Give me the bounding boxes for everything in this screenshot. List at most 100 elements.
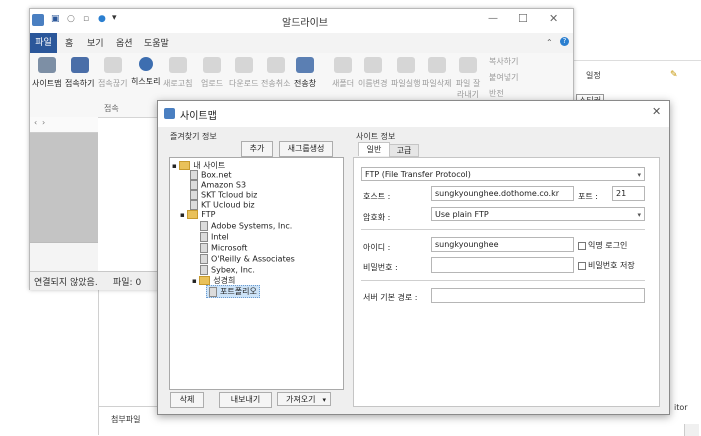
- tree-site-item[interactable]: SKT Tcloud biz: [190, 190, 257, 200]
- tree-site-item[interactable]: Adobe Systems, Inc.: [200, 221, 292, 231]
- menu-home[interactable]: 홈: [65, 36, 73, 49]
- tree-site-item[interactable]: Sybex, Inc.: [200, 265, 255, 275]
- tab-general[interactable]: 일반: [358, 142, 390, 156]
- tree-site-item[interactable]: Microsoft: [200, 243, 247, 253]
- tree-ftp-folder[interactable]: ▪ FTP: [180, 210, 215, 219]
- dialog-close-icon[interactable]: ✕: [652, 105, 661, 118]
- schedule-label[interactable]: 일정: [586, 70, 601, 81]
- quick-access-dropdown-icon[interactable]: ▾: [112, 13, 117, 23]
- server-path-input[interactable]: [431, 288, 645, 303]
- tree-site-item[interactable]: Intel: [200, 232, 229, 242]
- disconnect-button[interactable]: 접속끊기: [98, 57, 127, 89]
- dropdown-arrow-icon: ▾: [322, 396, 326, 404]
- close-icon[interactable]: ✕: [549, 12, 558, 25]
- edit-icon[interactable]: ✎: [670, 70, 678, 80]
- file-icon: [190, 190, 198, 200]
- refresh-icon[interactable]: ○: [67, 14, 75, 24]
- folder-icon: [199, 276, 211, 285]
- server-path-label: 서버 기본 경로 :: [363, 293, 418, 302]
- dialog-title: 사이트맵: [180, 111, 217, 122]
- divider: [574, 60, 701, 61]
- disconnect-icon: [103, 57, 122, 73]
- scissors-icon: [459, 57, 477, 73]
- rename-button[interactable]: 이름변경: [358, 57, 387, 89]
- file-icon: [190, 170, 198, 180]
- upload-button[interactable]: 업로드: [201, 57, 223, 89]
- tab-advanced[interactable]: 고급: [389, 144, 419, 157]
- file-icon: [209, 286, 217, 297]
- nav-bar: ‹ ›: [30, 117, 98, 133]
- editor-label-tail: itor: [674, 403, 688, 412]
- new-folder-button[interactable]: 새폴더: [332, 57, 354, 89]
- menu-options[interactable]: 옵션: [116, 36, 133, 49]
- sitemap-icon: [37, 57, 56, 73]
- checkbox-icon: [578, 241, 586, 250]
- cancel-transfer-button[interactable]: 전송취소: [261, 57, 290, 89]
- bookmark-tree: ▪ 내 사이트 Box.net Amazon S3 SKT Tcloud biz…: [169, 157, 344, 390]
- password-label: 비밀번호 :: [363, 263, 398, 272]
- password-input[interactable]: [431, 257, 574, 273]
- forward-icon[interactable]: ›: [42, 118, 45, 127]
- dialog-title-bar: 사이트맵 ✕: [158, 101, 669, 127]
- clock-icon: [138, 57, 153, 71]
- log-panel: [30, 242, 98, 271]
- id-input[interactable]: sungkyounghee: [431, 237, 574, 252]
- file-menu[interactable]: 파일: [30, 33, 57, 53]
- copy-button[interactable]: 복사하기: [489, 56, 518, 67]
- sitemap-button[interactable]: 사이트맵: [32, 57, 61, 89]
- paste-button[interactable]: 붙여넣기: [489, 72, 518, 83]
- cut-file-button[interactable]: 파일 잘라내기: [453, 57, 483, 100]
- history-button[interactable]: 히스토리: [131, 57, 160, 87]
- page-icon[interactable]: ▫: [83, 14, 89, 24]
- export-button[interactable]: 내보내기: [219, 392, 272, 408]
- folder-icon: [179, 161, 191, 170]
- delete-file-button[interactable]: 파일삭제: [422, 57, 451, 89]
- tree-selected-item[interactable]: 포트폴리오: [206, 285, 260, 298]
- menu-view[interactable]: 보기: [87, 36, 104, 49]
- run-file-button[interactable]: 파일실행: [391, 57, 420, 89]
- tree-site-item[interactable]: Box.net: [190, 170, 232, 180]
- refresh-icon: [168, 57, 187, 73]
- globe-icon[interactable]: ●: [98, 14, 106, 24]
- tree-site-item[interactable]: KT Ucloud biz: [190, 200, 255, 210]
- delete-button[interactable]: 삭제: [170, 392, 204, 408]
- minimize-icon[interactable]: —: [488, 13, 498, 24]
- app-icon[interactable]: [32, 14, 44, 26]
- connect-icon: [70, 57, 89, 73]
- connect-button[interactable]: 접속하기: [65, 57, 94, 89]
- file-count: 파일: 0: [113, 278, 142, 288]
- refresh-button[interactable]: 새로고침: [163, 57, 192, 89]
- add-button[interactable]: 추가: [241, 141, 273, 157]
- maximize-icon[interactable]: ☐: [518, 12, 528, 25]
- host-input[interactable]: sungkyounghee.dothome.co.kr: [431, 186, 574, 201]
- help-icon[interactable]: ?: [560, 37, 569, 46]
- new-folder-icon: [334, 57, 353, 73]
- back-icon[interactable]: ‹: [34, 118, 37, 127]
- ribbon-collapse-icon[interactable]: ⌃: [546, 38, 553, 47]
- new-group-button[interactable]: 새그룹생성: [279, 141, 333, 157]
- file-icon: [200, 232, 208, 242]
- window-title: 알드라이브: [282, 18, 328, 29]
- encryption-select[interactable]: Use plain FTP ▾: [431, 207, 645, 221]
- save-icon[interactable]: ▣: [51, 14, 60, 24]
- protocol-select[interactable]: FTP (File Transfer Protocol) ▾: [361, 167, 645, 181]
- dropdown-arrow-icon: ▾: [637, 171, 641, 179]
- port-input[interactable]: 21: [612, 186, 645, 201]
- cancel-icon: [266, 57, 285, 73]
- file-icon: [200, 254, 208, 264]
- transfer-window-button[interactable]: 전송창: [294, 57, 316, 89]
- status-bar: 연결되지 않았음. 파일: 0: [30, 271, 158, 290]
- attachments-tab[interactable]: 첨부파일: [111, 414, 140, 425]
- menu-help[interactable]: 도움말: [144, 36, 169, 49]
- save-password-checkbox[interactable]: 비밀번호 저장: [578, 260, 635, 271]
- tree-site-item[interactable]: Amazon S3: [190, 180, 246, 190]
- folder-sidebar: ‹ ›: [30, 117, 98, 289]
- download-button[interactable]: 다운로드: [229, 57, 258, 89]
- invert-button[interactable]: 반전: [489, 88, 504, 99]
- anonymous-login-checkbox[interactable]: 익명 로그인: [578, 240, 627, 251]
- import-button[interactable]: 가져오기 ▾: [277, 392, 331, 406]
- delete-file-icon: [427, 57, 446, 73]
- divider: [361, 229, 645, 230]
- host-label: 호스트 :: [363, 192, 391, 201]
- tree-site-item[interactable]: O'Reilly & Associates: [200, 254, 295, 264]
